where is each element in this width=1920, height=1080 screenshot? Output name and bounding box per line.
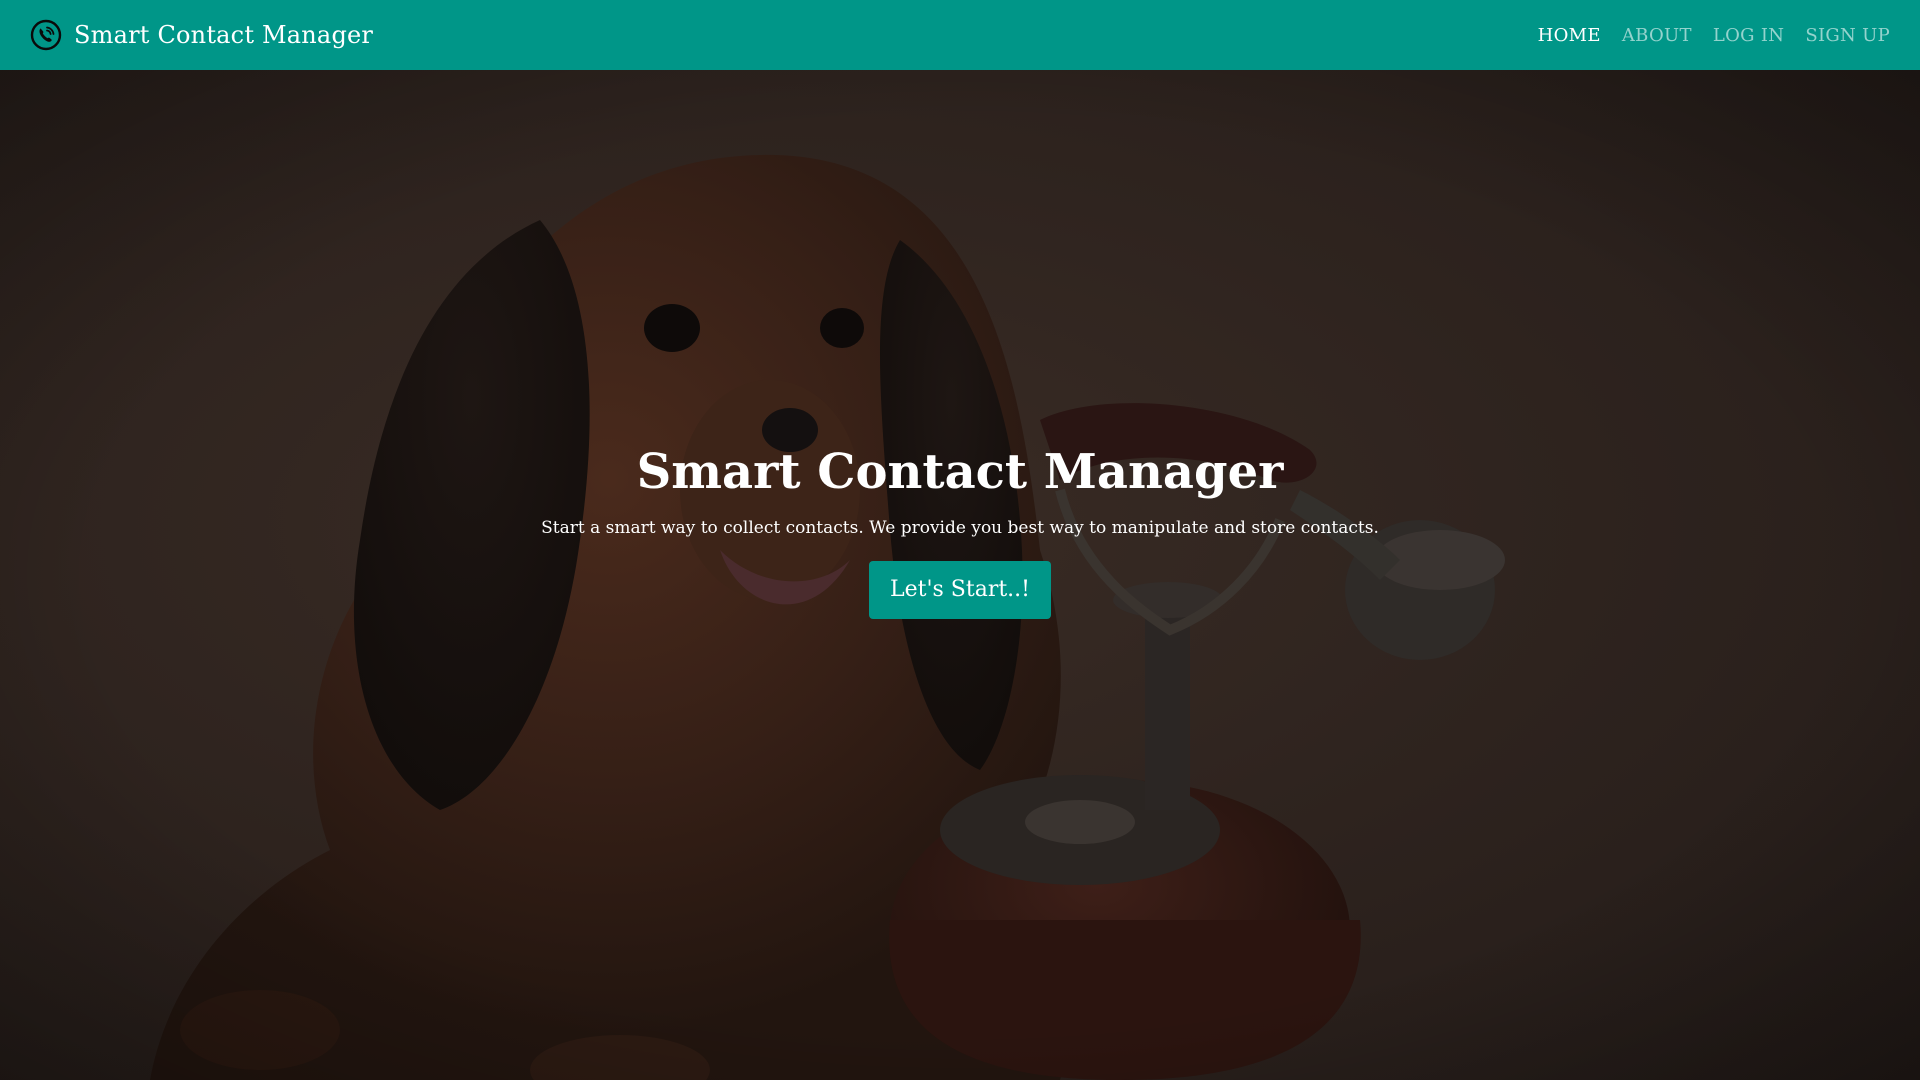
hero-section: Smart Contact Manager Start a smart way … — [0, 70, 1920, 1080]
nav-links: HOME ABOUT LOG IN SIGN UP — [1538, 25, 1890, 46]
nav-about-link[interactable]: ABOUT — [1622, 25, 1692, 46]
nav-home-link[interactable]: HOME — [1538, 25, 1601, 46]
hero-title: Smart Contact Manager — [636, 444, 1284, 500]
lets-start-button[interactable]: Let's Start..! — [868, 561, 1051, 619]
hero-content: Smart Contact Manager Start a smart way … — [0, 442, 1920, 619]
brand-title: Smart Contact Manager — [74, 21, 374, 49]
brand-link[interactable]: Smart Contact Manager — [30, 19, 373, 51]
phone-call-icon — [30, 19, 62, 51]
navbar: Smart Contact Manager HOME ABOUT LOG IN … — [0, 0, 1920, 70]
nav-signup-link[interactable]: SIGN UP — [1805, 25, 1890, 46]
hero-subtitle: Start a smart way to collect contacts. W… — [541, 518, 1379, 538]
nav-login-link[interactable]: LOG IN — [1713, 25, 1784, 46]
